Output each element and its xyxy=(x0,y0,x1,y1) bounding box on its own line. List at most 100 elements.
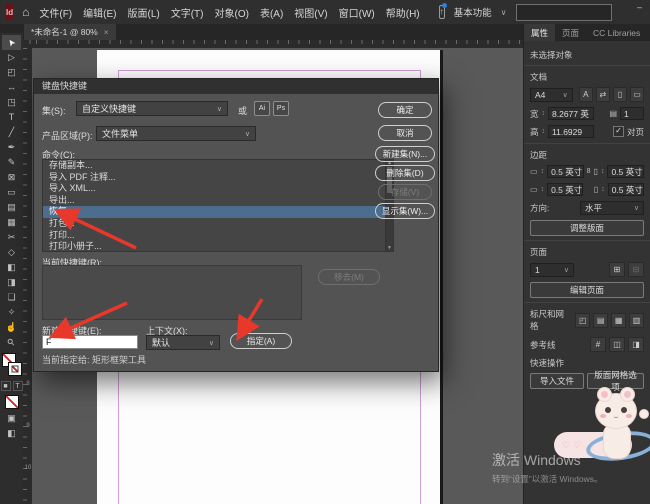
shortcut-set-select[interactable]: 自定义快捷键∨ xyxy=(76,101,228,116)
height-field[interactable]: 11.6929 xyxy=(548,125,594,138)
pencil-tool[interactable]: ✎ xyxy=(2,155,21,170)
home-icon[interactable]: ⌂ xyxy=(22,5,29,19)
type-tool[interactable]: T xyxy=(2,110,21,125)
minimize-button[interactable]: – xyxy=(629,0,650,14)
context-select[interactable]: 默认∨ xyxy=(146,335,220,350)
lock-guides-icon[interactable]: ◨ xyxy=(628,337,644,352)
adjust-layout-button[interactable]: 调整版面 xyxy=(530,220,644,236)
frame-tool[interactable]: ⊠ xyxy=(2,170,21,185)
stepper-icon[interactable]: ↕ xyxy=(542,128,546,135)
direct-selection-tool[interactable]: ▷ xyxy=(2,50,21,65)
zoom-tool[interactable]: ⚲ xyxy=(2,335,21,350)
current-page-select[interactable]: 1∨ xyxy=(530,263,574,277)
pen-tool[interactable]: ✒ xyxy=(2,140,21,155)
product-area-select[interactable]: 文件菜单∨ xyxy=(96,126,256,141)
menu-layout[interactable]: 版面(L) xyxy=(126,3,160,22)
orientation-select[interactable]: 水平∨ xyxy=(580,201,644,215)
current-shortcuts-list[interactable] xyxy=(42,265,302,320)
command-item[interactable]: 导入 XML... xyxy=(43,183,393,195)
gradient-tool[interactable]: ◧ xyxy=(2,260,21,275)
new-shortcut-input[interactable] xyxy=(42,335,138,349)
rectangle-tool[interactable]: ▭ xyxy=(2,185,21,200)
command-item[interactable]: 打包... xyxy=(43,218,393,230)
stepper-icon[interactable]: ↕ xyxy=(601,186,605,193)
stepper-icon[interactable]: ↕ xyxy=(541,168,545,175)
swap-orientation-icon[interactable]: ⇄ xyxy=(596,87,610,102)
margin-inside-field[interactable]: 0.5 英寸 xyxy=(607,165,644,178)
page-tool[interactable]: ◰ xyxy=(2,65,21,80)
document-grid-icon[interactable]: ▦ xyxy=(611,313,626,328)
gradient-feather-tool[interactable]: ◨ xyxy=(2,275,21,290)
menu-type[interactable]: 文字(T) xyxy=(170,3,205,22)
gap-tool[interactable]: ↔ xyxy=(2,80,21,95)
formatting-text-icon[interactable]: T xyxy=(13,381,23,391)
workspace-switcher[interactable]: 基本功能 xyxy=(454,5,492,19)
link-margins-icon[interactable]: 8 xyxy=(587,168,591,175)
baseline-grid-icon[interactable]: ▤ xyxy=(593,313,608,328)
layout-grid-options-button[interactable]: 版面网格选项 xyxy=(587,373,644,389)
note-tool[interactable]: ❏ xyxy=(2,290,21,305)
command-item[interactable]: 导入 PDF 注释... xyxy=(43,172,393,184)
tab-properties[interactable]: 属性 xyxy=(524,24,555,41)
preview-mode-button[interactable]: ◧ xyxy=(2,426,21,441)
show-set-button[interactable]: 显示集(W)... xyxy=(375,203,435,219)
layout-grid-icon[interactable]: ▥ xyxy=(629,313,644,328)
document-tab[interactable]: *未命名-1 @ 80% × xyxy=(24,24,116,40)
menu-edit[interactable]: 编辑(E) xyxy=(82,3,117,22)
search-input[interactable] xyxy=(516,4,612,21)
free-transform-tool[interactable]: ◇ xyxy=(2,245,21,260)
smart-guides-icon[interactable]: ◫ xyxy=(609,337,625,352)
command-item[interactable]: 导出... xyxy=(43,195,393,207)
command-item-selected[interactable]: 恢复 xyxy=(43,206,393,218)
delete-set-button[interactable]: 删除集(D) xyxy=(375,165,435,181)
stroke-swatch[interactable] xyxy=(8,362,22,376)
apply-none-swatch[interactable] xyxy=(5,395,19,409)
edit-page-button[interactable]: 编辑页面 xyxy=(530,282,644,298)
horizontal-grid-tool[interactable]: ▤ xyxy=(2,200,21,215)
color-theme-tool[interactable]: ✧ xyxy=(2,305,21,320)
command-item[interactable]: 打印... xyxy=(43,230,393,242)
command-item[interactable]: 存储副本... xyxy=(43,160,393,172)
menu-window[interactable]: 窗口(W) xyxy=(338,3,376,22)
stepper-icon[interactable]: ↕ xyxy=(541,186,545,193)
menu-table[interactable]: 表(A) xyxy=(259,3,284,22)
doc-setup-icon[interactable]: A xyxy=(579,87,593,102)
landscape-icon[interactable]: ▭ xyxy=(630,87,644,102)
new-set-button[interactable]: 新建集(N)... xyxy=(375,146,435,162)
table-tool[interactable]: ▦ xyxy=(2,215,21,230)
line-tool[interactable]: ╱ xyxy=(2,125,21,140)
photoshop-preset-button[interactable]: Ps xyxy=(273,101,289,116)
facing-pages-checkbox[interactable]: ✓ xyxy=(613,126,624,137)
menu-object[interactable]: 对象(O) xyxy=(214,3,250,22)
cancel-button[interactable]: 取消 xyxy=(378,125,432,141)
show-guides-icon[interactable]: # xyxy=(590,337,606,352)
menu-file[interactable]: 文件(F) xyxy=(38,3,73,22)
import-file-button[interactable]: 导入文件 xyxy=(530,373,584,389)
menu-view[interactable]: 视图(V) xyxy=(293,3,328,22)
command-item[interactable]: 打印小册子... xyxy=(43,241,393,253)
assign-button[interactable]: 指定(A) xyxy=(230,333,292,349)
scissors-tool[interactable]: ✂ xyxy=(2,230,21,245)
illustrator-preset-button[interactable]: Ai xyxy=(254,101,270,116)
tab-close-icon[interactable]: × xyxy=(104,27,109,37)
ok-button[interactable]: 确定 xyxy=(378,102,432,118)
stepper-icon[interactable]: ↕ xyxy=(601,168,605,175)
selection-tool[interactable]: ➤ xyxy=(2,35,21,50)
margin-bottom-field[interactable]: 0.5 英寸 xyxy=(547,183,583,196)
scroll-down-icon[interactable]: ▼ xyxy=(386,245,393,251)
menu-help[interactable]: 帮助(H) xyxy=(385,3,421,22)
width-field[interactable]: 8.2677 英 xyxy=(548,107,594,120)
hand-tool[interactable]: ☝ xyxy=(2,320,21,335)
dialog-title[interactable]: 键盘快捷键 xyxy=(34,79,438,94)
content-collector-tool[interactable]: ◳ xyxy=(2,95,21,110)
commands-list[interactable]: 存储副本... 导入 PDF 注释... 导入 XML... 导出... 恢复 … xyxy=(42,159,394,252)
margin-outside-field[interactable]: 0.5 英寸 xyxy=(608,183,644,196)
rulers-icon[interactable]: ◰ xyxy=(575,313,590,328)
pages-count-field[interactable]: 1 xyxy=(620,107,644,120)
tab-pages[interactable]: 页面 xyxy=(555,24,586,41)
tab-cc-libraries[interactable]: CC Libraries xyxy=(586,24,647,41)
stepper-icon[interactable]: ↕ xyxy=(542,110,546,117)
page-size-select[interactable]: A4∨ xyxy=(530,88,573,102)
add-page-icon[interactable]: ⊞ xyxy=(609,262,625,277)
screen-mode-button[interactable]: ▣ xyxy=(2,411,21,426)
